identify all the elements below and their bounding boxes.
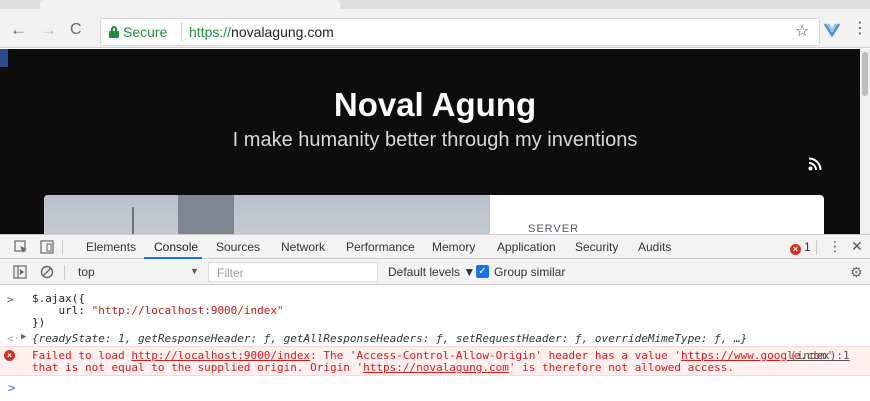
error-count-badge[interactable]: × 1 [790, 240, 811, 255]
inspect-element-icon[interactable] [14, 240, 28, 254]
console-error-message: × Failed to load http://localhost:9000/i… [0, 346, 870, 376]
tab-divider [816, 240, 817, 255]
post-card[interactable]: SERVER [44, 195, 824, 234]
console-input-prompt[interactable]: > [8, 381, 15, 395]
group-similar-label: Group similar [494, 265, 566, 279]
url-host: novalagung.com [231, 24, 334, 40]
post-category: SERVER [528, 223, 580, 234]
console-result[interactable]: {readyState: 1, getResponseHeader: ƒ, ge… [32, 332, 747, 345]
result-arrow-icon: <· [7, 332, 21, 345]
tab-performance[interactable]: Performance [346, 240, 415, 254]
clear-console-icon[interactable] [40, 265, 54, 279]
error-icon: × [790, 244, 801, 255]
console-input-line: }) [32, 316, 46, 329]
reload-icon[interactable]: C [70, 20, 82, 40]
console-output: > $.ajax({ url: "http://localhost:9000/i… [0, 285, 870, 401]
page-edge-marker [0, 49, 8, 67]
extension-icon[interactable] [823, 20, 841, 38]
page-viewport: Noval Agung I make humanity better throu… [0, 49, 870, 234]
error-icon: × [4, 350, 15, 361]
devtools-menu-icon[interactable]: ⋮ [828, 238, 842, 255]
context-selector[interactable]: top [78, 265, 95, 279]
site-subtitle: I make humanity better through my invent… [232, 129, 638, 151]
error-text-line: that is not equal to the supplied origin… [32, 361, 734, 374]
input-string: "http://localhost:9000/index" [91, 304, 284, 317]
error-line2-suffix: ' is therefore not allowed access. [508, 361, 735, 374]
tab-security[interactable]: Security [575, 240, 618, 254]
forward-icon[interactable]: → [40, 20, 57, 40]
secure-label: Secure [123, 24, 168, 40]
console-settings-icon[interactable]: ⚙ [850, 264, 863, 281]
tab-elements[interactable]: Elements [86, 240, 136, 254]
device-toolbar-icon[interactable] [40, 240, 54, 254]
close-devtools-icon[interactable]: ✕ [851, 238, 863, 255]
tab-divider [62, 240, 63, 255]
browser-menu-icon[interactable]: ⋮ [852, 20, 868, 38]
address-divider [181, 23, 182, 41]
tab-sources[interactable]: Sources [216, 240, 260, 254]
site-title: Noval Agung [333, 86, 537, 123]
back-icon[interactable]: ← [10, 20, 27, 40]
tab-memory[interactable]: Memory [432, 240, 475, 254]
error-line2-origin-link[interactable]: https://novalagung.com [363, 361, 509, 374]
console-input-line: url: "http://localhost:9000/index" [32, 304, 284, 317]
error-source-link[interactable]: (index):1 [790, 349, 850, 362]
bookmark-star-icon[interactable]: ☆ [795, 21, 809, 41]
log-levels-dropdown[interactable]: Default levels ▼ [388, 265, 475, 279]
console-filter-bar: top ▼ Filter Default levels ▼ ✓ Group si… [0, 259, 870, 285]
scrollbar-thumb[interactable] [862, 52, 868, 96]
browser-tab[interactable] [40, 0, 340, 9]
rss-icon[interactable] [808, 157, 822, 171]
sidebar-toggle-icon[interactable] [13, 265, 27, 279]
error-line2-prefix: that is not equal to the supplied origin… [32, 361, 364, 374]
tab-strip [0, 0, 870, 9]
context-dropdown-icon[interactable]: ▼ [190, 266, 199, 276]
post-image [44, 195, 490, 234]
tab-network[interactable]: Network [281, 240, 325, 254]
expand-triangle-icon[interactable]: ▶ [21, 332, 26, 342]
browser-toolbar: ← → C Secure https://novalagung.com ☆ ⋮ [0, 0, 870, 48]
devtools-tabbar: Elements Console Sources Network Perform… [0, 234, 870, 259]
lock-icon [109, 26, 119, 38]
group-similar-checkbox[interactable]: ✓ [476, 265, 489, 278]
filter-divider [64, 265, 65, 280]
tab-audits[interactable]: Audits [638, 240, 671, 254]
url-scheme: https:// [189, 24, 232, 40]
tab-console[interactable]: Console [154, 240, 198, 254]
tab-application[interactable]: Application [497, 240, 556, 254]
error-count: 1 [804, 240, 811, 254]
console-filter-input[interactable]: Filter [208, 262, 378, 282]
image-detail [132, 207, 134, 234]
image-building [178, 195, 234, 234]
input-prompt-icon: > [7, 293, 14, 306]
url-text[interactable]: https://novalagung.com [189, 24, 334, 40]
page-scrollbar[interactable] [860, 49, 870, 234]
address-bar[interactable]: Secure https://novalagung.com [100, 18, 820, 46]
